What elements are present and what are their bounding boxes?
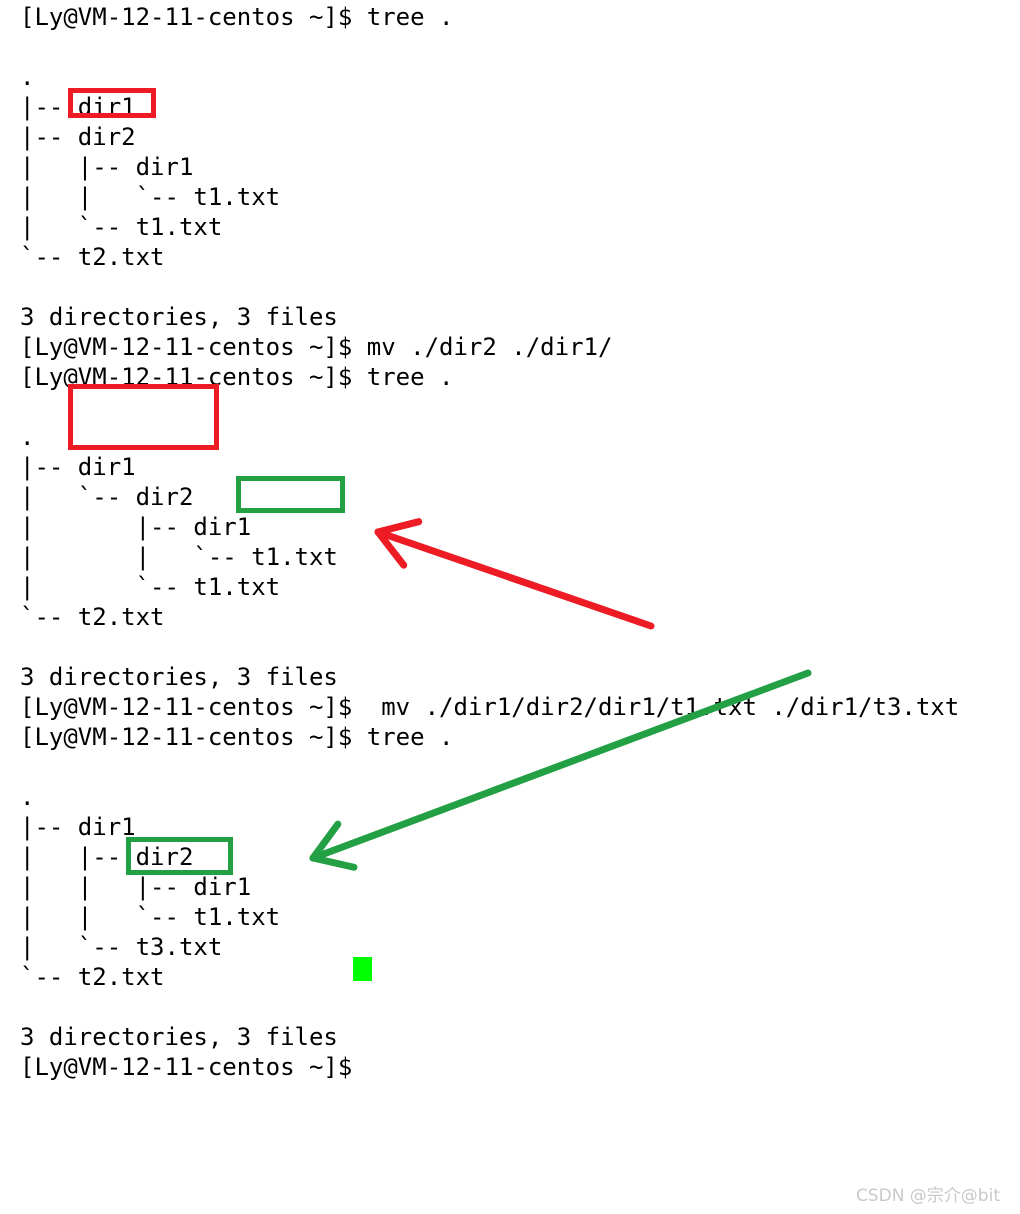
terminal-line: | |-- dir1 — [20, 153, 194, 181]
terminal-line: `-- t2.txt — [20, 243, 165, 271]
terminal-line: |-- dir1 — [20, 93, 136, 121]
terminal-line: | `-- t3.txt — [20, 933, 223, 961]
terminal-line: 3 directories, 3 files — [20, 303, 338, 331]
terminal-line: 3 directories, 3 files — [20, 663, 338, 691]
terminal-line: | `-- dir2 — [20, 483, 194, 511]
terminal-line: . — [20, 63, 35, 91]
screenshot-root: [Ly@VM-12-11-centos ~]$ tree . . |-- dir1… — [0, 0, 1020, 1214]
terminal-line: `-- t2.txt — [20, 603, 165, 631]
terminal-line: | | |-- dir1 — [20, 873, 252, 901]
terminal-line: . — [20, 423, 35, 451]
terminal-output[interactable]: [Ly@VM-12-11-centos ~]$ tree . . |-- dir1… — [0, 0, 1020, 1082]
terminal-line: | `-- t1.txt — [20, 573, 281, 601]
terminal-line: [Ly@VM-12-11-centos ~]$ mv ./dir2 ./dir1… — [20, 333, 613, 361]
terminal-line: |-- dir2 — [20, 123, 136, 151]
terminal-line: [Ly@VM-12-11-centos ~]$ — [20, 1053, 353, 1081]
csdn-watermark: CSDN @宗介@bit — [855, 1186, 1000, 1206]
terminal-line: | | `-- t1.txt — [20, 543, 338, 571]
terminal-line: | | `-- t1.txt — [20, 903, 281, 931]
terminal-line: [Ly@VM-12-11-centos ~]$ mv ./dir1/dir2/d… — [20, 693, 960, 721]
terminal-line: |-- dir1 — [20, 813, 136, 841]
terminal-line: [Ly@VM-12-11-centos ~]$ tree . — [20, 723, 454, 751]
terminal-line: | |-- dir2 — [20, 843, 194, 871]
terminal-line: `-- t2.txt — [20, 963, 165, 991]
terminal-line: . — [20, 783, 35, 811]
terminal-line: | | `-- t1.txt — [20, 183, 281, 211]
terminal-line: [Ly@VM-12-11-centos ~]$ tree . — [20, 363, 454, 391]
terminal-cursor — [353, 957, 372, 981]
terminal-line: [Ly@VM-12-11-centos ~]$ tree . — [20, 3, 454, 31]
terminal-line: | |-- dir1 — [20, 513, 252, 541]
terminal-line: | `-- t1.txt — [20, 213, 223, 241]
terminal-line: |-- dir1 — [20, 453, 136, 481]
terminal-line: 3 directories, 3 files — [20, 1023, 338, 1051]
